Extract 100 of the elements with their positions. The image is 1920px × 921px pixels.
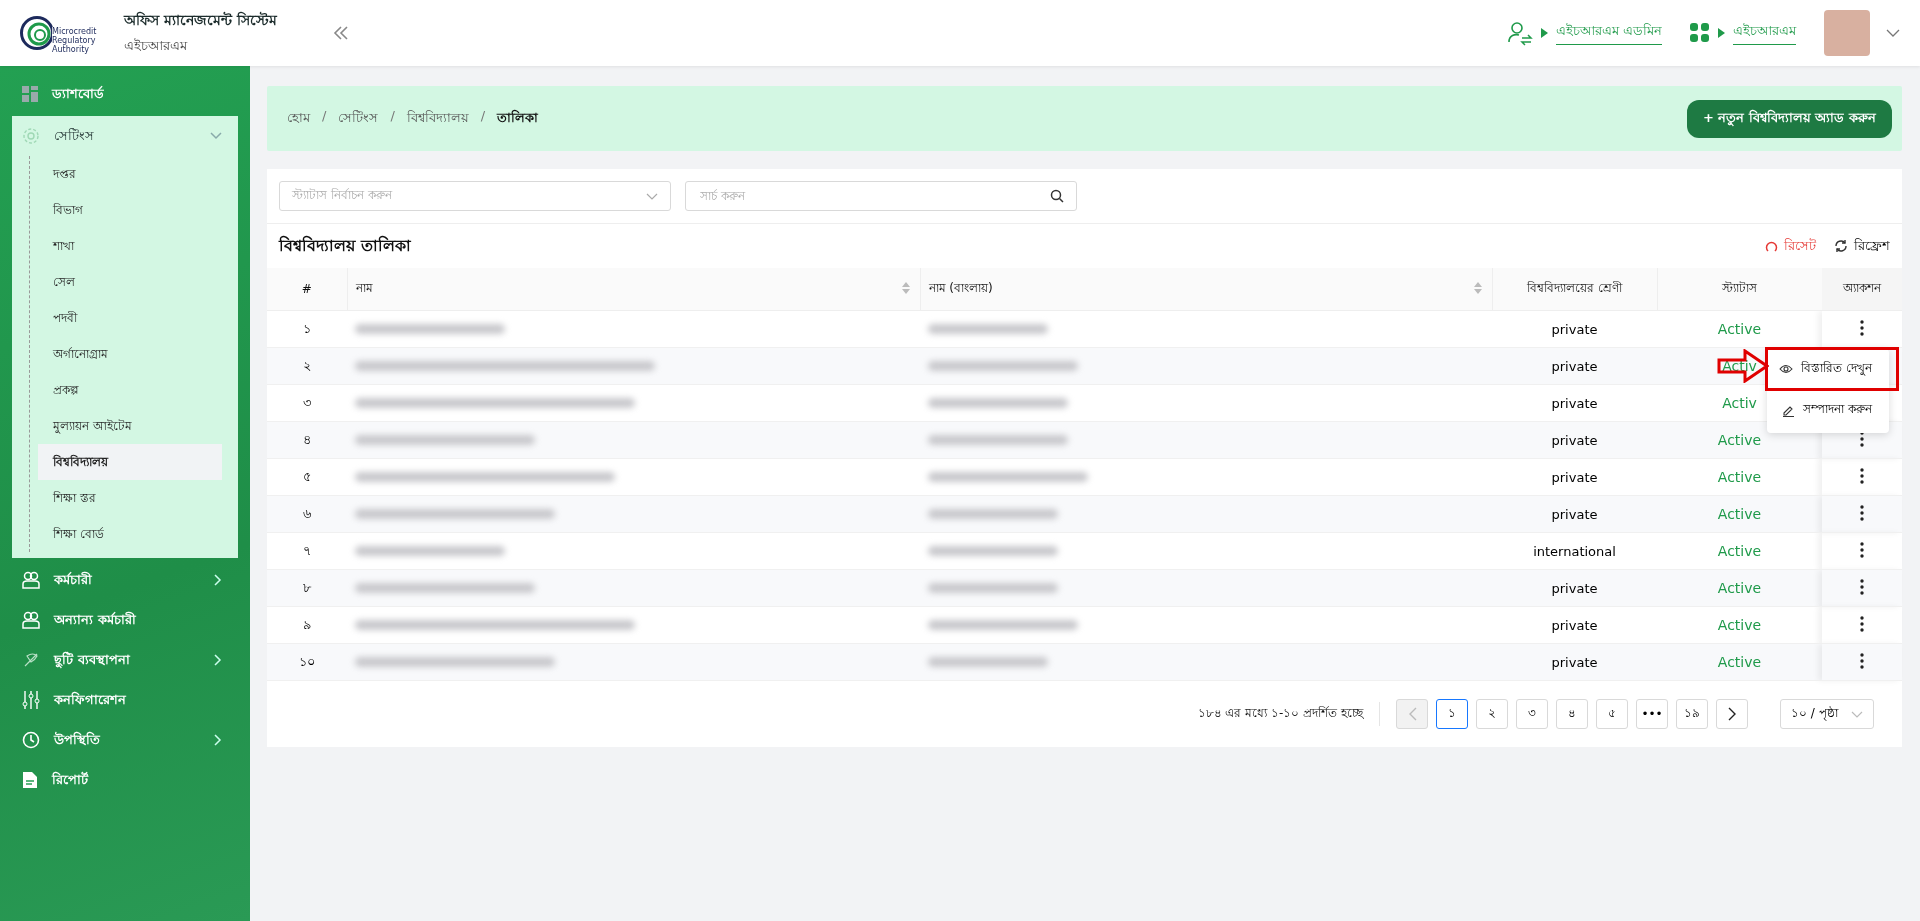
user-switch-icon[interactable]: [1506, 20, 1533, 46]
next-page-button[interactable]: [1716, 699, 1748, 729]
table-cell: ৬: [303, 505, 311, 521]
logo-icon: [20, 16, 54, 50]
arrow-annotation: [1717, 349, 1769, 383]
more-icon[interactable]: [1860, 615, 1864, 632]
column-header: নাম (বাংলায়): [928, 281, 993, 295]
table-cell: ২: [303, 357, 311, 373]
collapse-icon[interactable]: [333, 26, 350, 40]
breadcrumb-separator: /: [322, 108, 327, 125]
triangle-icon: [1540, 28, 1548, 38]
people-icon: [22, 571, 40, 589]
chevron-down-icon[interactable]: [1886, 29, 1900, 37]
submenu-item[interactable]: বিভাগ: [38, 192, 222, 228]
umbrella-icon: [22, 651, 40, 669]
status-text: Active: [1717, 543, 1762, 559]
submenu-item[interactable]: প্রকল্প: [38, 372, 222, 408]
refresh-button[interactable]: রিফ্রেশ: [1834, 235, 1890, 257]
more-icon[interactable]: [1860, 467, 1864, 484]
reset-button[interactable]: রিসেট: [1765, 235, 1816, 257]
status-text: Activ: [1722, 358, 1757, 374]
menu-item[interactable]: সম্পাদনা করুন: [1771, 391, 1885, 429]
breadcrumb-separator: /: [390, 108, 395, 125]
menu-item[interactable]: সেটিংস: [54, 125, 196, 147]
module-link[interactable]: এইচআরএম: [1733, 21, 1796, 45]
submenu-item[interactable]: শাখা: [38, 228, 222, 264]
menu-item[interactable]: ছুটি ব্যবস্থাপনা: [54, 649, 200, 671]
breadcrumb-item: তালিকা: [497, 108, 539, 127]
chevron-down-icon[interactable]: [210, 132, 222, 140]
page-button[interactable]: ১৯: [1676, 699, 1708, 729]
table-cell: private: [1551, 506, 1598, 522]
role-link[interactable]: এইচআরএম এডমিন: [1555, 21, 1662, 45]
more-icon[interactable]: [1860, 504, 1864, 521]
more-icon[interactable]: [1860, 319, 1864, 336]
table-cell: private: [1551, 617, 1598, 633]
submenu-item[interactable]: অর্গানোগ্রাম: [38, 336, 222, 372]
status-text: Active: [1717, 506, 1762, 522]
page-button[interactable]: ২: [1476, 699, 1508, 729]
more-icon[interactable]: [1860, 578, 1864, 595]
breadcrumb-item[interactable]: বিশ্ববিদ্যালয়: [406, 108, 469, 129]
grid-icon[interactable]: [1690, 23, 1710, 43]
menu-item[interactable]: রিপোর্ট: [52, 769, 228, 791]
eye-icon: [1779, 364, 1793, 374]
menu-item[interactable]: উপস্থিতি: [54, 729, 200, 751]
breadcrumb-separator: /: [480, 108, 486, 125]
submenu-item[interactable]: পদবী: [38, 300, 222, 336]
chevron-right-icon: [1727, 707, 1737, 721]
status-text: Active: [1717, 321, 1762, 337]
chevron-right-icon[interactable]: [214, 654, 222, 666]
table-cell: ৩: [303, 394, 311, 410]
page-button[interactable]: ৪: [1556, 699, 1588, 729]
submenu-item[interactable]: শিক্ষা বোর্ড: [38, 516, 222, 552]
table-cell: private: [1551, 432, 1598, 448]
document-icon: [22, 771, 38, 789]
people-icon: [22, 611, 40, 629]
table-cell: ৯: [303, 616, 311, 632]
table-cell: private: [1551, 395, 1598, 411]
table-cell: ৮: [303, 579, 311, 595]
menu-item[interactable]: বিস্তারিত দেখুন: [1765, 347, 1899, 391]
submenu-item[interactable]: সেল: [38, 264, 222, 300]
clock-icon: [22, 731, 40, 749]
table-cell: private: [1551, 654, 1598, 670]
breadcrumb-item[interactable]: সেটিংস: [338, 108, 379, 129]
app-title: অফিস ম্যানেজমেন্ট সিস্টেম: [124, 10, 278, 30]
chevron-right-icon[interactable]: [214, 574, 222, 586]
menu-item[interactable]: অন্যান্য কর্মচারী: [54, 609, 228, 631]
breadcrumb-item[interactable]: হোম: [287, 108, 310, 129]
more-icon[interactable]: [1860, 541, 1864, 558]
menu-item[interactable]: কনফিগারেশন: [54, 689, 228, 711]
menu-item[interactable]: কর্মচারী: [54, 569, 200, 591]
page-button[interactable]: ৫: [1596, 699, 1628, 729]
more-icon[interactable]: [1860, 652, 1864, 669]
chevron-right-icon[interactable]: [214, 734, 222, 746]
pagination-summary: ১৮৪ এর মধ্যে ১-১০ প্রদর্শিত হচ্ছে: [1197, 705, 1363, 722]
column-header: স্ট্যাটাস: [1722, 281, 1758, 295]
page-button[interactable]: •••: [1636, 699, 1668, 729]
column-header: নাম: [355, 281, 373, 295]
status-text: Active: [1717, 469, 1762, 485]
refresh-icon: [1834, 239, 1848, 253]
column-header: অ্যাকশন: [1843, 281, 1881, 295]
more-icon[interactable]: [1860, 430, 1864, 447]
page-size-select[interactable]: ১০ / পৃষ্ঠা: [1780, 699, 1874, 729]
search-field[interactable]: সার্চ করুন: [685, 181, 1077, 211]
status-text: Active: [1717, 617, 1762, 633]
table-cell: private: [1551, 469, 1598, 485]
logo-caption: Authority: [52, 44, 90, 54]
column-header: বিশ্ববিদ্যালয়ের শ্রেণী: [1527, 281, 1622, 295]
submenu-item[interactable]: বিশ্ববিদ্যালয়: [38, 444, 222, 480]
search-icon[interactable]: [1050, 189, 1064, 203]
status-text: Active: [1717, 432, 1762, 448]
logo-caption: Microcredit: [52, 26, 97, 36]
page-button[interactable]: ১: [1436, 699, 1468, 729]
column-header: #: [301, 282, 312, 296]
status-text: Activ: [1722, 395, 1757, 411]
page-button[interactable]: ৩: [1516, 699, 1548, 729]
submenu-item[interactable]: মুল্যায়ন আইটেম: [38, 408, 222, 444]
submenu-item[interactable]: দপ্তর: [38, 156, 222, 192]
submenu-item[interactable]: শিক্ষা স্তর: [38, 480, 222, 516]
add-university-button[interactable]: + নতুন বিশ্ববিদ্যালয় অ্যাড করুন: [1687, 99, 1892, 138]
table-cell: private: [1551, 321, 1598, 337]
